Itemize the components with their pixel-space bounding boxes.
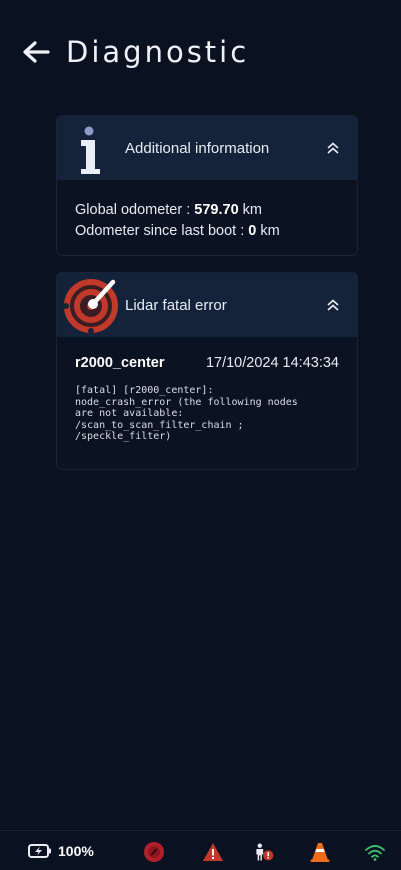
- global-odometer-value: 579.70: [194, 202, 239, 218]
- diagnostic-page: Diagnostic Additional information Global…: [0, 0, 401, 870]
- lidar-fatal-error-body: r2000_center 17/10/2024 14:43:34 [fatal]…: [57, 337, 357, 443]
- arrow-left-icon: [23, 41, 50, 63]
- additional-information-title: Additional information: [125, 139, 270, 157]
- lidar-fatal-error-card: Lidar fatal error r2000_center 17/10/202…: [56, 272, 358, 470]
- page-title: Diagnostic: [66, 35, 250, 69]
- lidar-fatal-error-title: Lidar fatal error: [125, 296, 227, 314]
- back-button[interactable]: [20, 36, 52, 68]
- wifi-icon[interactable]: [364, 841, 386, 863]
- error-timestamp: 17/10/2024 14:43:34: [205, 355, 339, 371]
- traffic-cone-icon[interactable]: [309, 841, 331, 863]
- lidar-error-meta: r2000_center 17/10/2024 14:43:34: [75, 355, 339, 371]
- boot-odometer-label: Odometer since last boot :: [75, 223, 249, 239]
- additional-information-body: Global odometer : 579.70 km Odometer sin…: [57, 180, 357, 242]
- person-alert-icon[interactable]: [253, 841, 275, 863]
- lidar-fatal-error-header[interactable]: Lidar fatal error: [57, 273, 357, 337]
- global-odometer-row: Global odometer : 579.70 km: [75, 200, 339, 221]
- global-odometer-unit: km: [238, 202, 263, 218]
- battery-status[interactable]: 100%: [28, 843, 94, 859]
- status-bar: 100%: [0, 830, 401, 870]
- header: Diagnostic: [20, 30, 249, 74]
- boot-odometer-row: Odometer since last boot : 0 km: [75, 221, 339, 242]
- warning-icon[interactable]: [202, 841, 224, 863]
- battery-percent: 100%: [58, 843, 94, 859]
- lidar-icon: [57, 273, 127, 337]
- global-odometer-label: Global odometer :: [75, 202, 195, 218]
- battery-charging-icon: [28, 844, 51, 858]
- error-source: r2000_center: [75, 355, 165, 371]
- boot-odometer-unit: km: [256, 223, 280, 239]
- chevron-up-icon[interactable]: [325, 140, 341, 156]
- error-message: [fatal] [r2000_center]: node_crash_error…: [75, 385, 298, 442]
- info-icon: [57, 116, 127, 180]
- emergency-stop-icon[interactable]: [143, 841, 165, 863]
- additional-information-card: Additional information Global odometer :…: [56, 115, 358, 256]
- chevron-up-icon[interactable]: [325, 297, 341, 313]
- additional-information-header[interactable]: Additional information: [57, 116, 357, 180]
